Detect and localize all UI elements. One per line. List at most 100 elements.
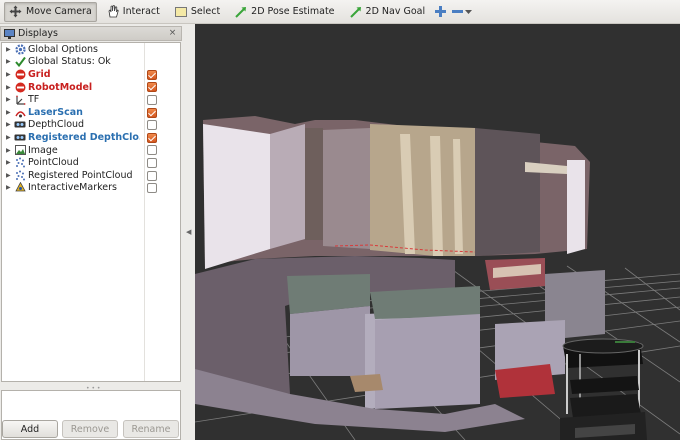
expand-arrow-icon[interactable]: ▶ bbox=[6, 46, 14, 53]
enable-checkbox[interactable] bbox=[147, 82, 157, 93]
expand-arrow-icon[interactable]: ▶ bbox=[6, 71, 14, 78]
vertical-splitter[interactable]: ◀ bbox=[182, 24, 195, 440]
display-label: InteractiveMarkers bbox=[28, 182, 117, 194]
error-icon bbox=[14, 68, 26, 80]
display-row-laserscan[interactable]: ▶ LaserScan bbox=[2, 106, 180, 119]
displays-tree: ▶ Global Options ▶ Global Status: Ok ▶ G… bbox=[1, 42, 181, 382]
expand-arrow-icon[interactable]: ▶ bbox=[6, 121, 14, 128]
tool-label: 2D Pose Estimate bbox=[251, 6, 335, 17]
expand-arrow-icon[interactable]: ▶ bbox=[6, 109, 14, 116]
image-icon bbox=[14, 144, 26, 156]
display-label: Global Options bbox=[28, 43, 98, 55]
left-wall bbox=[203, 124, 270, 269]
display-label: PointCloud bbox=[28, 157, 79, 169]
enable-checkbox[interactable] bbox=[147, 69, 157, 80]
move-camera-icon bbox=[9, 5, 22, 18]
right-window bbox=[567, 160, 585, 254]
display-row-global-options[interactable]: ▶ Global Options bbox=[2, 43, 180, 56]
tf-icon bbox=[14, 94, 26, 106]
error-icon bbox=[14, 81, 26, 93]
expand-arrow-icon[interactable]: ▶ bbox=[6, 159, 14, 166]
markers-icon bbox=[14, 182, 26, 194]
add-tool-button[interactable] bbox=[435, 6, 447, 17]
enable-checkbox[interactable] bbox=[147, 107, 157, 118]
tool-interact[interactable]: Interact bbox=[102, 2, 165, 22]
camera-icon bbox=[14, 119, 26, 131]
expand-arrow-icon[interactable]: ▶ bbox=[6, 184, 14, 191]
red-object bbox=[495, 364, 555, 398]
plus-icon bbox=[435, 6, 447, 17]
display-label: Registered DepthClo... bbox=[28, 131, 140, 143]
expand-arrow-icon[interactable]: ▶ bbox=[6, 84, 14, 91]
pointcloud-icon bbox=[14, 157, 26, 169]
remove-button[interactable]: Remove bbox=[62, 420, 118, 438]
display-row-depthcloud[interactable]: ▶ DepthCloud bbox=[2, 119, 180, 132]
remove-tool-button[interactable] bbox=[452, 6, 473, 17]
tool-label: Select bbox=[190, 6, 221, 17]
box-on-floor bbox=[350, 374, 383, 392]
expand-arrow-icon[interactable]: ▶ bbox=[6, 96, 14, 103]
panel-title: Displays bbox=[18, 28, 58, 39]
expand-arrow-icon[interactable]: ▶ bbox=[6, 172, 14, 179]
expand-arrow-icon[interactable]: ▶ bbox=[6, 147, 14, 154]
display-label: LaserScan bbox=[28, 106, 83, 118]
main-toolbar: Move Camera Interact Select 2D Pose Esti… bbox=[0, 0, 680, 24]
tool-2d-pose-estimate[interactable]: 2D Pose Estimate bbox=[230, 2, 339, 22]
display-row-registered-pointcloud[interactable]: ▶ Registered PointCloud bbox=[2, 169, 180, 182]
select-rect-icon bbox=[174, 6, 187, 17]
collapse-arrow-icon[interactable]: ◀ bbox=[186, 228, 191, 236]
cubicle-panel-center bbox=[375, 314, 480, 409]
green-arrow-icon bbox=[235, 6, 247, 18]
displays-panel: Displays × ▶ Global Options ▶ Global Sta… bbox=[0, 24, 182, 440]
gear-icon bbox=[14, 43, 26, 55]
add-button[interactable]: Add bbox=[2, 420, 58, 438]
tool-label: Move Camera bbox=[26, 6, 92, 17]
enable-checkbox[interactable] bbox=[147, 170, 157, 181]
expand-arrow-icon[interactable]: ▶ bbox=[6, 58, 14, 65]
render-3d-view[interactable] bbox=[195, 24, 680, 440]
robot-model bbox=[560, 338, 647, 440]
expand-arrow-icon[interactable]: ▶ bbox=[6, 134, 14, 141]
enable-checkbox[interactable] bbox=[147, 183, 157, 194]
enable-checkbox[interactable] bbox=[147, 157, 157, 168]
chevron-down-icon bbox=[465, 9, 473, 14]
cubicle-panel-left bbox=[290, 306, 370, 376]
panel-buttons: Add Remove Rename bbox=[0, 420, 182, 440]
display-row-interactivemarkers[interactable]: ▶ InteractiveMarkers bbox=[2, 182, 180, 195]
display-label: Grid bbox=[28, 68, 51, 80]
enable-checkbox[interactable] bbox=[147, 120, 157, 131]
tool-2d-nav-goal[interactable]: 2D Nav Goal bbox=[345, 2, 431, 22]
close-icon[interactable]: × bbox=[167, 28, 178, 39]
mid-wall bbox=[475, 128, 540, 256]
display-row-tf[interactable]: ▶ TF bbox=[2, 93, 180, 106]
doorway bbox=[305, 128, 323, 240]
checkmark-icon bbox=[14, 56, 26, 68]
enable-checkbox[interactable] bbox=[147, 94, 157, 105]
display-row-pointcloud[interactable]: ▶ PointCloud bbox=[2, 156, 180, 169]
display-row-image[interactable]: ▶ Image bbox=[2, 144, 180, 157]
display-row-grid[interactable]: ▶ Grid bbox=[2, 68, 180, 81]
display-label: Image bbox=[28, 144, 58, 156]
panel-title-bar: Displays × bbox=[0, 26, 182, 41]
tool-move-camera[interactable]: Move Camera bbox=[4, 1, 97, 22]
display-row-robotmodel[interactable]: ▶ RobotModel bbox=[2, 81, 180, 94]
enable-checkbox[interactable] bbox=[147, 145, 157, 156]
back-wall-left bbox=[323, 128, 370, 249]
display-label: Registered PointCloud bbox=[28, 169, 133, 181]
monitor-icon bbox=[4, 28, 15, 39]
camera-icon bbox=[14, 131, 26, 143]
point-cloud-render bbox=[195, 116, 680, 440]
hand-icon bbox=[108, 5, 119, 18]
display-row-global-status[interactable]: ▶ Global Status: Ok bbox=[2, 56, 180, 69]
green-arrow-icon bbox=[349, 6, 361, 18]
display-label: RobotModel bbox=[28, 81, 93, 93]
display-row-registered-depthcloud[interactable]: ▶ Registered DepthClo... bbox=[2, 131, 180, 144]
tool-select[interactable]: Select bbox=[170, 2, 225, 22]
display-label: TF bbox=[28, 94, 40, 106]
enable-checkbox[interactable] bbox=[147, 132, 157, 143]
display-label: Global Status: Ok bbox=[28, 56, 111, 68]
rename-button[interactable]: Rename bbox=[123, 420, 179, 438]
display-label: DepthCloud bbox=[28, 119, 85, 131]
left-wall-shade bbox=[270, 124, 305, 249]
tool-label: Interact bbox=[122, 6, 160, 17]
